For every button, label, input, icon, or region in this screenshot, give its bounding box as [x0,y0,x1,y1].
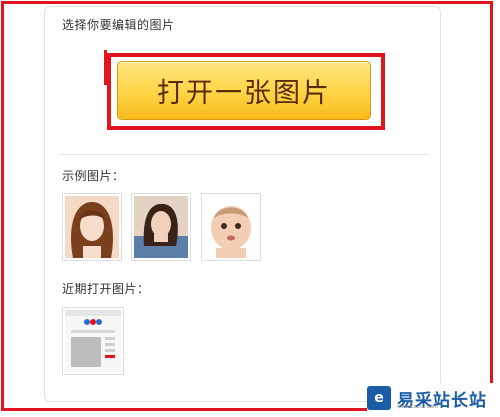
baby-photo-image [204,196,258,258]
sample-thumbnail-3[interactable] [201,193,261,261]
sample-images-label: 示例图片： [62,169,125,183]
select-image-prompt: 选择你要编辑的图片 [62,18,175,32]
recent-images-label: 近期打开图片： [62,282,150,296]
sample-thumbnail-1[interactable] [62,193,122,261]
recent-screenshot-image [65,310,121,372]
open-image-button[interactable]: 打开一张图片 [117,61,371,120]
section-divider [60,154,428,155]
woman-selfie-image [134,196,188,258]
woman-portrait-image [65,196,119,258]
recent-thumbnail-1[interactable] [62,307,124,375]
sample-thumbnail-2[interactable] [131,193,191,261]
watermark-logo: e [367,386,391,410]
watermark-url: www.Easck.Com [397,404,438,410]
